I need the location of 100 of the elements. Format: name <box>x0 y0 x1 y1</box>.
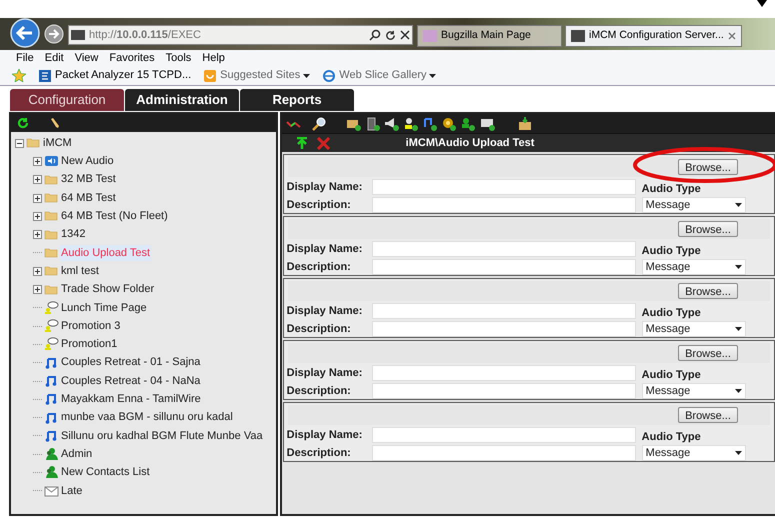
text-input[interactable] <box>372 179 636 195</box>
add-promotion-icon[interactable] <box>402 116 419 130</box>
add-message-icon[interactable] <box>478 116 497 130</box>
tree-item[interactable]: New Contacts List <box>60 464 151 481</box>
search-icon[interactable] <box>310 116 327 130</box>
tree-item[interactable]: 32 MB Test <box>60 171 117 188</box>
search-icon[interactable] <box>369 29 381 41</box>
person-icon <box>44 465 59 480</box>
tree-item[interactable]: Mayakkam Enna - TamilWire <box>60 391 202 408</box>
menu-item[interactable]: Help <box>202 50 225 66</box>
back-button[interactable] <box>10 18 40 48</box>
tree-item[interactable]: Trade Show Folder <box>60 281 156 298</box>
field-label: Display Name: <box>286 180 364 195</box>
pointer-triangle-icon <box>757 0 767 7</box>
audio-type-select[interactable]: Message <box>642 197 746 213</box>
refresh-icon[interactable] <box>385 30 396 40</box>
browse-button[interactable]: Browse... <box>678 221 738 237</box>
tree-item[interactable]: Lunch Time Page <box>60 300 148 316</box>
tree-item[interactable]: New Audio <box>60 153 115 170</box>
dropdown-arrow-icon <box>734 203 742 207</box>
text-input[interactable] <box>372 321 636 337</box>
favorites-link[interactable]: Packet Analyzer 15 TCPD... <box>38 67 192 84</box>
add-device-icon[interactable] <box>364 116 381 130</box>
menu-item[interactable]: Favorites <box>109 50 155 66</box>
expand-toggle[interactable] <box>33 156 42 166</box>
field-label: Display Name: <box>286 242 364 257</box>
browse-button[interactable]: Browse... <box>678 159 738 175</box>
audio-type-select[interactable]: Message <box>642 321 746 337</box>
app-tab[interactable]: Administration <box>125 89 239 111</box>
address-text: http://10.0.0.115/EXEC <box>89 28 202 43</box>
expand-toggle[interactable] <box>33 266 42 276</box>
tree-item[interactable]: Sillunu oru kadhal BGM Flute Munbe Vaa <box>60 428 264 444</box>
tree-item[interactable]: Late <box>60 482 84 500</box>
expand-toggle[interactable] <box>33 230 42 240</box>
field-label: Description: <box>286 198 352 213</box>
tree-item[interactable]: Admin <box>60 446 94 462</box>
tree-item[interactable]: munbe vaa BGM - sillunu oru kadal <box>60 409 234 426</box>
tree-item[interactable]: Promotion 3 <box>60 318 122 334</box>
text-input[interactable] <box>372 303 636 319</box>
refresh-icon[interactable] <box>17 117 29 129</box>
collapse-toggle[interactable] <box>15 138 24 148</box>
music-note-icon <box>44 374 59 388</box>
browser-tab[interactable]: Bugzilla Main Page <box>417 25 562 47</box>
delete-icon[interactable] <box>316 136 330 150</box>
audio-type-label: Audio Type <box>642 182 702 195</box>
field-label: Display Name: <box>286 304 364 319</box>
upload-icon[interactable] <box>296 136 308 150</box>
person-icon <box>44 447 59 462</box>
text-input[interactable] <box>372 445 636 461</box>
tree-item[interactable]: 64 MB Test (No Fleet) <box>60 208 169 225</box>
browse-button[interactable]: Browse... <box>678 283 738 299</box>
add-megaphone-icon[interactable] <box>384 116 400 130</box>
text-input[interactable] <box>372 241 636 257</box>
menu-item[interactable]: View <box>74 50 98 66</box>
text-input[interactable] <box>372 427 636 443</box>
app-tab[interactable]: Reports <box>240 89 354 111</box>
upload-box-icon[interactable] <box>518 116 532 130</box>
forward-button[interactable] <box>44 24 64 44</box>
tree-item[interactable]: 64 MB Test <box>60 190 117 206</box>
music-note-icon <box>44 428 59 443</box>
add-target-icon[interactable] <box>440 116 457 130</box>
app-tab[interactable]: Configuration <box>10 89 124 111</box>
audio-type-label: Audio Type <box>642 430 702 443</box>
close-icon[interactable] <box>400 30 410 40</box>
favorites-link[interactable]: Suggested Sites <box>203 67 310 84</box>
tree-item[interactable]: 1342 <box>60 226 86 243</box>
dropdown-arrow-icon <box>734 389 742 393</box>
expand-toggle[interactable] <box>33 194 42 203</box>
favorites-star-icon[interactable] <box>12 69 26 82</box>
menu-item[interactable]: Edit <box>44 50 64 66</box>
expand-toggle[interactable] <box>33 175 42 184</box>
audio-type-select[interactable]: Message <box>642 259 746 275</box>
menu-item[interactable]: File <box>16 50 34 66</box>
music-note-icon <box>44 410 59 425</box>
text-input[interactable] <box>372 197 636 213</box>
address-bar[interactable]: http://10.0.0.115/EXEC <box>68 25 413 45</box>
expand-toggle[interactable] <box>33 285 42 294</box>
text-input[interactable] <box>372 383 636 399</box>
folder-icon <box>44 209 59 224</box>
browse-button[interactable]: Browse... <box>678 407 738 423</box>
add-audio-icon[interactable] <box>422 116 438 130</box>
audio-type-select[interactable]: Message <box>642 445 746 461</box>
tree-item[interactable]: Couples Retreat - 01 - Sajna <box>60 354 202 371</box>
pencil-icon[interactable] <box>51 117 61 129</box>
audio-type-select[interactable]: Message <box>642 383 746 399</box>
add-contact-icon[interactable] <box>460 116 476 130</box>
tree-item[interactable]: kml test <box>60 262 100 280</box>
tree-item[interactable]: iMCM <box>42 134 73 152</box>
expand-toggle[interactable] <box>33 212 42 221</box>
tree-item[interactable]: Couples Retreat - 04 - NaNa <box>60 372 202 390</box>
chart-icon[interactable] <box>286 118 302 128</box>
text-input[interactable] <box>372 259 636 275</box>
field-label: Description: <box>286 260 352 275</box>
tree-item[interactable]: Promotion1 <box>60 336 118 353</box>
menu-item[interactable]: Tools <box>166 50 192 66</box>
folder-icon <box>44 246 59 260</box>
browser-tab[interactable]: iMCM Configuration Server... <box>565 25 742 47</box>
text-input[interactable] <box>372 365 636 381</box>
favorites-link[interactable]: Web Slice Gallery <box>322 67 436 84</box>
browse-button[interactable]: Browse... <box>678 345 738 361</box>
